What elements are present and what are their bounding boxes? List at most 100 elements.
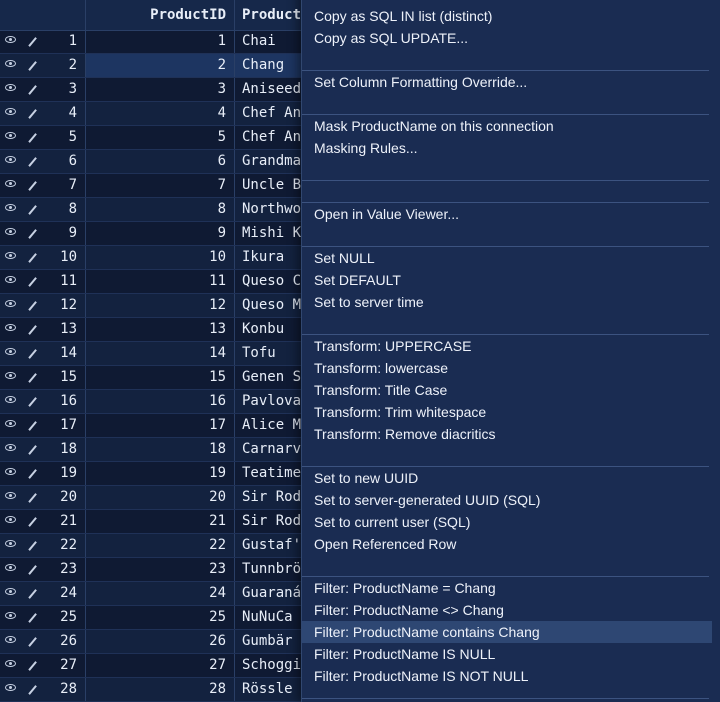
pencil-icon[interactable] xyxy=(28,61,37,71)
cell-productid[interactable]: 6 xyxy=(86,150,235,173)
pencil-icon[interactable] xyxy=(28,493,37,503)
eye-icon[interactable] xyxy=(5,540,16,547)
cell-productname[interactable]: Genen S xyxy=(235,366,305,389)
eye-icon[interactable] xyxy=(5,204,16,211)
eye-icon[interactable] xyxy=(5,420,16,427)
eye-icon[interactable] xyxy=(5,372,16,379)
cell-productname[interactable]: Tunnbrö xyxy=(235,558,305,581)
eye-icon[interactable] xyxy=(5,396,16,403)
cell-productname[interactable]: Ikura xyxy=(235,246,305,269)
menu-item[interactable]: Copy as SQL IN list (distinct) xyxy=(302,5,712,27)
cell-productid[interactable]: 2 xyxy=(86,54,235,77)
eye-icon[interactable] xyxy=(5,60,16,67)
cell-productid[interactable]: 9 xyxy=(86,222,235,245)
cell-productname[interactable]: Gustaf' xyxy=(235,534,305,557)
pencil-icon[interactable] xyxy=(28,133,37,143)
eye-icon[interactable] xyxy=(5,132,16,139)
cell-productid[interactable]: 21 xyxy=(86,510,235,533)
pencil-icon[interactable] xyxy=(28,37,37,47)
cell-productname[interactable]: Northwo xyxy=(235,198,305,221)
eye-icon[interactable] xyxy=(5,468,16,475)
cell-productid[interactable]: 18 xyxy=(86,438,235,461)
menu-item[interactable]: Set to server-generated UUID (SQL) xyxy=(302,489,712,511)
menu-item[interactable]: Transform: Trim whitespace xyxy=(302,401,712,423)
pencil-icon[interactable] xyxy=(28,85,37,95)
cell-productid[interactable]: 3 xyxy=(86,78,235,101)
pencil-icon[interactable] xyxy=(28,613,37,623)
eye-icon[interactable] xyxy=(5,660,16,667)
eye-icon[interactable] xyxy=(5,444,16,451)
eye-icon[interactable] xyxy=(5,84,16,91)
eye-icon[interactable] xyxy=(5,228,16,235)
cell-productid[interactable]: 11 xyxy=(86,270,235,293)
pencil-icon[interactable] xyxy=(28,589,37,599)
pencil-icon[interactable] xyxy=(28,325,37,335)
cell-productid[interactable]: 26 xyxy=(86,630,235,653)
cell-productid[interactable]: 27 xyxy=(86,654,235,677)
pencil-icon[interactable] xyxy=(28,565,37,575)
menu-item[interactable]: Open in Value Viewer... xyxy=(302,203,712,225)
cell-productid[interactable]: 19 xyxy=(86,462,235,485)
menu-item[interactable]: Open Referenced Row xyxy=(302,533,712,555)
pencil-icon[interactable] xyxy=(28,181,37,191)
menu-item[interactable]: Mask ProductName on this connection xyxy=(302,115,712,137)
cell-productname[interactable]: Alice M xyxy=(235,414,305,437)
eye-icon[interactable] xyxy=(5,156,16,163)
menu-item[interactable]: Set NULL xyxy=(302,247,712,269)
pencil-icon[interactable] xyxy=(28,301,37,311)
cell-productid[interactable]: 16 xyxy=(86,390,235,413)
eye-icon[interactable] xyxy=(5,588,16,595)
cell-productname[interactable]: Teatime xyxy=(235,462,305,485)
eye-icon[interactable] xyxy=(5,612,16,619)
cell-productid[interactable]: 1 xyxy=(86,30,235,53)
cell-productid[interactable]: 28 xyxy=(86,678,235,701)
cell-productid[interactable]: 23 xyxy=(86,558,235,581)
cell-productid[interactable]: 17 xyxy=(86,414,235,437)
menu-item[interactable]: Transform: UPPERCASE xyxy=(302,335,712,357)
cell-productname[interactable]: Schoggi xyxy=(235,654,305,677)
pencil-icon[interactable] xyxy=(28,637,37,647)
pencil-icon[interactable] xyxy=(28,397,37,407)
menu-item[interactable]: Filter: ProductName IS NOT NULL xyxy=(302,665,712,687)
cell-productname[interactable]: Chef An xyxy=(235,102,305,125)
eye-icon[interactable] xyxy=(5,36,16,43)
cell-productid[interactable]: 4 xyxy=(86,102,235,125)
cell-productname[interactable]: Carnarv xyxy=(235,438,305,461)
eye-icon[interactable] xyxy=(5,492,16,499)
menu-item[interactable]: Filter: ProductName <> Chang xyxy=(302,599,712,621)
menu-item[interactable]: Transform: Title Case xyxy=(302,379,712,401)
cell-productname[interactable]: Chang xyxy=(235,54,305,77)
pencil-icon[interactable] xyxy=(28,541,37,551)
menu-item[interactable]: Masking Rules... xyxy=(302,137,712,159)
menu-item[interactable]: Filter: ProductName IS NULL xyxy=(302,643,712,665)
cell-productname[interactable]: Uncle B xyxy=(235,174,305,197)
cell-productname[interactable]: Aniseed xyxy=(235,78,305,101)
cell-productid[interactable]: 12 xyxy=(86,294,235,317)
cell-productid[interactable]: 14 xyxy=(86,342,235,365)
cell-productid[interactable]: 20 xyxy=(86,486,235,509)
pencil-icon[interactable] xyxy=(28,109,37,119)
cell-productid[interactable]: 10 xyxy=(86,246,235,269)
eye-icon[interactable] xyxy=(5,276,16,283)
eye-icon[interactable] xyxy=(5,564,16,571)
menu-item[interactable]: Set to current user (SQL) xyxy=(302,511,712,533)
cell-productname[interactable]: Chef An xyxy=(235,126,305,149)
cell-productname[interactable]: Pavlova xyxy=(235,390,305,413)
cell-productname[interactable]: Rössle xyxy=(235,678,305,701)
cell-productid[interactable]: 15 xyxy=(86,366,235,389)
pencil-icon[interactable] xyxy=(28,253,37,263)
cell-productid[interactable]: 22 xyxy=(86,534,235,557)
cell-productname[interactable]: Tofu xyxy=(235,342,305,365)
menu-item[interactable]: Filter: ProductName = Chang xyxy=(302,577,712,599)
eye-icon[interactable] xyxy=(5,516,16,523)
pencil-icon[interactable] xyxy=(28,277,37,287)
cell-productname[interactable]: Sir Rod xyxy=(235,486,305,509)
column-header-productid[interactable]: ProductID xyxy=(86,0,235,30)
pencil-icon[interactable] xyxy=(28,157,37,167)
eye-icon[interactable] xyxy=(5,252,16,259)
pencil-icon[interactable] xyxy=(28,229,37,239)
cell-productname[interactable]: NuNuCa xyxy=(235,606,305,629)
pencil-icon[interactable] xyxy=(28,445,37,455)
pencil-icon[interactable] xyxy=(28,349,37,359)
menu-item[interactable]: Set Column Formatting Override... xyxy=(302,71,712,93)
